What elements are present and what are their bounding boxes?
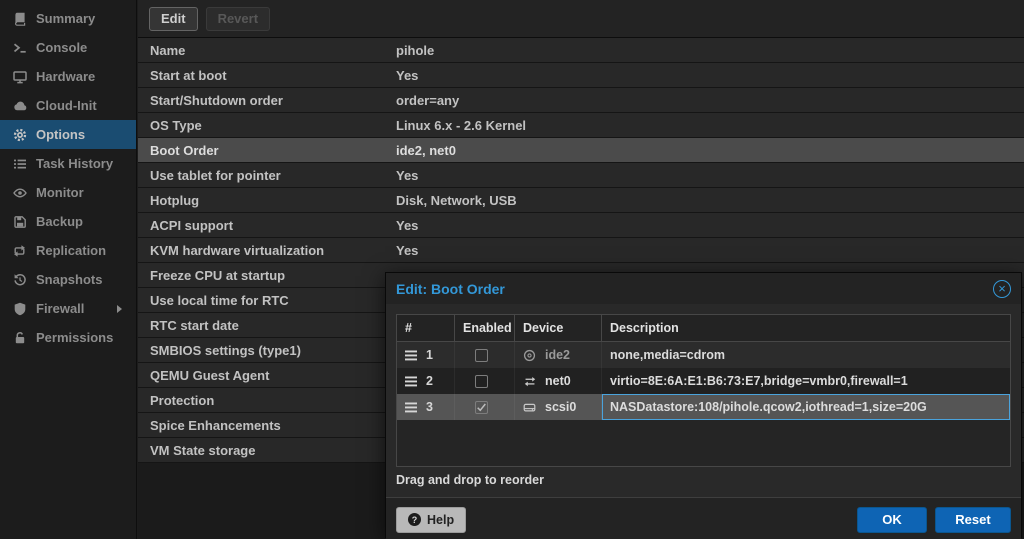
edit-boot-order-dialog: Edit: Boot Order × # Enabled Device Desc… [385,272,1022,539]
dialog-body: # Enabled Device Description 1 ide2 none… [386,304,1021,497]
options-toolbar: Edit Revert [138,0,1024,38]
shield-icon [12,302,27,316]
question-icon: ? [408,513,421,526]
enabled-checkbox[interactable] [475,348,488,362]
reset-button[interactable]: Reset [935,506,1011,533]
book-icon [12,12,27,26]
drag-handle-icon[interactable] [405,350,418,361]
drag-drop-hint: Drag and drop to reorder [396,473,544,487]
proxmox-vm-options-screen: Summary Console Hardware Cloud-Init Opti… [0,0,1024,539]
boot-row-description: NASDatastore:108/pihole.qcow2,iothread=1… [610,400,927,414]
column-header-enabled[interactable]: Enabled [455,315,515,341]
option-row[interactable]: Start/Shutdown order order=any [138,88,1024,113]
sidebar-item-permissions[interactable]: Permissions [0,323,136,352]
close-icon[interactable]: × [993,279,1011,298]
floppy-icon [12,215,27,229]
sidebar-item-label: Task History [36,156,114,171]
sidebar-item-label: Backup [36,214,83,229]
hdd-icon [523,401,537,414]
edit-button[interactable]: Edit [149,6,198,31]
option-row[interactable]: Use tablet for pointer Yes [138,163,1024,188]
enabled-checkbox[interactable] [475,400,488,414]
eye-icon [12,186,27,200]
sidebar-item-label: Snapshots [36,272,103,287]
sidebar-item-label: Monitor [36,185,84,200]
chevron-right-icon [117,304,122,313]
boot-row-description: none,media=cdrom [610,348,725,362]
cdrom-icon [523,349,537,362]
sidebar-item-hardware[interactable]: Hardware [0,62,136,91]
grid-header: # Enabled Device Description [397,315,1010,342]
sidebar-item-label: Hardware [36,69,96,84]
sidebar-item-snapshots[interactable]: Snapshots [0,265,136,294]
sidebar-item-label: Cloud-Init [36,98,97,113]
sidebar-item-summary[interactable]: Summary [0,4,136,33]
drag-handle-icon[interactable] [405,402,418,413]
boot-row-scsi0[interactable]: 3 scsi0 NASDatastore:108/pihole.qcow2,io… [397,394,1010,420]
grid-empty-area [397,420,1010,466]
display-icon [12,70,27,84]
option-row[interactable]: Start at boot Yes [138,63,1024,88]
history-icon [12,273,27,287]
column-header-order[interactable]: # [397,315,455,341]
option-row[interactable]: Name pihole [138,38,1024,63]
help-button[interactable]: ? Help [396,506,467,533]
sidebar-item-label: Console [36,40,88,55]
boot-row-description: virtio=8E:6A:E1:B6:73:E7,bridge=vmbr0,fi… [610,374,908,388]
sidebar-item-console[interactable]: Console [0,33,136,62]
dialog-header[interactable]: Edit: Boot Order × [386,273,1021,304]
sidebar-item-options[interactable]: Options [0,120,136,149]
option-row[interactable]: Hotplug Disk, Network, USB [138,188,1024,213]
vm-nav-sidebar: Summary Console Hardware Cloud-Init Opti… [0,0,137,539]
gear-icon [12,128,27,142]
retweet-icon [12,244,27,258]
cloud-icon [12,99,27,113]
list-icon [12,157,27,171]
boot-order-grid: # Enabled Device Description 1 ide2 none… [396,314,1011,467]
dialog-title: Edit: Boot Order [396,280,505,297]
dialog-footer: ? Help OK Reset [386,497,1021,539]
sidebar-item-label: Options [36,127,86,142]
sidebar-item-label: Firewall [36,301,85,316]
sidebar-item-task-history[interactable]: Task History [0,149,136,178]
sidebar-item-replication[interactable]: Replication [0,236,136,265]
sidebar-item-label: Replication [36,243,107,258]
network-icon [523,375,537,388]
ok-button[interactable]: OK [857,506,927,533]
drag-handle-icon[interactable] [405,376,418,387]
enabled-checkbox[interactable] [475,374,488,388]
sidebar-item-backup[interactable]: Backup [0,207,136,236]
unlock-icon [12,331,27,345]
boot-row-net0[interactable]: 2 net0 virtio=8E:6A:E1:B6:73:E7,bridge=v… [397,368,1010,394]
sidebar-item-firewall[interactable]: Firewall [0,294,136,323]
option-row[interactable]: KVM hardware virtualization Yes [138,238,1024,263]
boot-row-ide2[interactable]: 1 ide2 none,media=cdrom [397,342,1010,368]
sidebar-item-label: Permissions [36,330,114,345]
option-row-boot-order[interactable]: Boot Order ide2, net0 [138,138,1024,163]
sidebar-item-cloud-init[interactable]: Cloud-Init [0,91,136,120]
sidebar-item-label: Summary [36,11,96,26]
option-row[interactable]: ACPI support Yes [138,213,1024,238]
column-header-device[interactable]: Device [515,315,602,341]
sidebar-item-monitor[interactable]: Monitor [0,178,136,207]
terminal-icon [12,41,27,55]
revert-button[interactable]: Revert [205,6,271,31]
option-row[interactable]: OS Type Linux 6.x - 2.6 Kernel [138,113,1024,138]
column-header-description[interactable]: Description [602,315,1010,341]
